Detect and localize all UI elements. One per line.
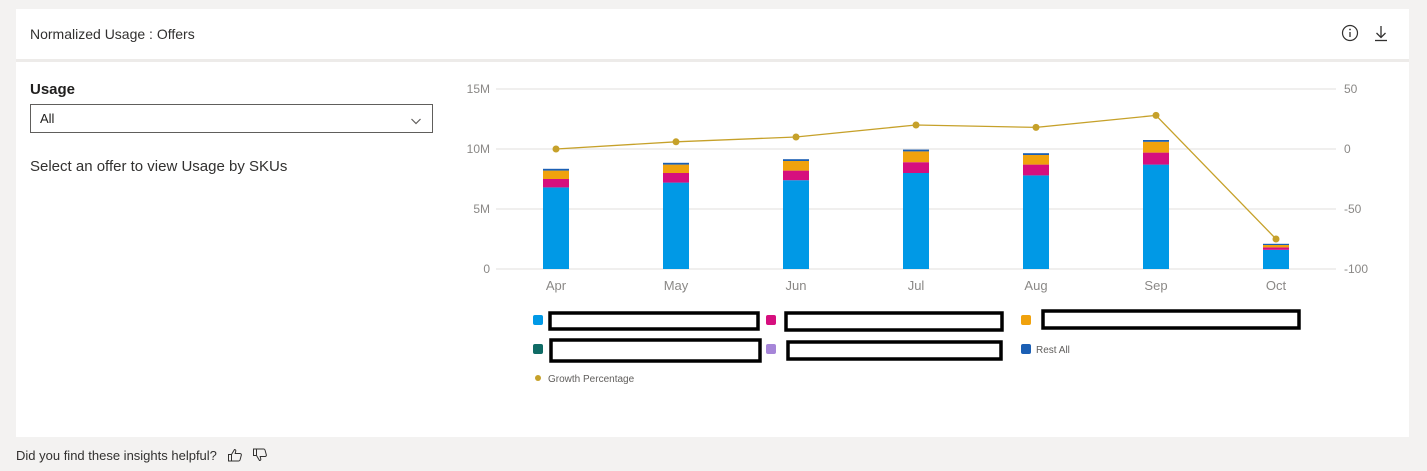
x-tick-label: May	[664, 278, 689, 293]
legend-swatch-3	[1021, 315, 1031, 325]
bar-segment-1	[1143, 164, 1169, 269]
bar-segment-3	[1023, 155, 1049, 165]
legend-swatch-5	[766, 344, 776, 354]
growth-point	[552, 145, 560, 153]
redacted-legend-label	[1041, 309, 1301, 330]
redacted-legend-label	[549, 338, 762, 363]
normalized-usage-card: Normalized Usage : Offers Usage All Sele…	[16, 9, 1409, 437]
y-left-tick-label: 0	[483, 262, 490, 276]
bar-segment-2	[1263, 247, 1289, 250]
redacted-legend-label	[784, 311, 1004, 332]
bar-segment-6	[1263, 243, 1289, 245]
y-left-tick-label: 15M	[467, 82, 490, 96]
growth-point	[672, 138, 680, 146]
bar-segment-6	[543, 168, 569, 171]
bar-segment-2	[1143, 152, 1169, 165]
growth-point	[792, 133, 800, 141]
legend-growth-marker	[535, 375, 541, 381]
bar-segment-3	[1263, 245, 1289, 248]
legend-swatch-1	[533, 315, 543, 325]
legend-growth-label: Growth Percentage	[548, 374, 635, 385]
bar-segment-6	[783, 159, 809, 161]
feedback-question: Did you find these insights helpful?	[16, 448, 217, 463]
legend-swatch-2	[766, 315, 776, 325]
x-tick-label: Aug	[1024, 278, 1047, 293]
usage-chart: 15M 50 10M 0 5M -50 0 -100 Apr May Jun Jul Aug Sep Oct…	[467, 82, 1369, 385]
x-tick-label: Jun	[786, 278, 807, 293]
bar-segment-1	[543, 187, 569, 269]
bar-segment-2	[783, 170, 809, 181]
growth-point	[912, 121, 920, 129]
bar-segment-2	[663, 173, 689, 183]
x-tick-label: Oct	[1266, 278, 1287, 293]
bar-segment-1	[663, 182, 689, 269]
redacted-legend-label	[786, 340, 1003, 361]
bar-segment-1	[1023, 175, 1049, 269]
bar-segment-3	[543, 170, 569, 179]
bar-segment-3	[1143, 141, 1169, 153]
legend-rest-all-label: Rest All	[1036, 345, 1070, 356]
y-left-tick-label: 5M	[473, 202, 490, 216]
growth-point	[1032, 123, 1040, 131]
y-left-tick-label: 10M	[467, 142, 490, 156]
x-tick-label: Apr	[546, 278, 567, 293]
bar-segment-6	[1143, 140, 1169, 142]
bar-segment-6	[903, 149, 929, 152]
legend-swatch-rest-all	[1021, 344, 1031, 354]
redacted-legend-label	[548, 311, 760, 331]
growth-point	[1272, 235, 1280, 243]
y-right-tick-label: 0	[1344, 142, 1351, 156]
y-right-tick-label: -50	[1344, 202, 1362, 216]
legend-swatch-4	[533, 344, 543, 354]
x-tick-label: Sep	[1144, 278, 1167, 293]
bar-segment-6	[663, 162, 689, 165]
thumbs-down-icon[interactable]	[252, 448, 268, 465]
bar-segment-2	[543, 179, 569, 188]
thumbs-up-icon[interactable]	[227, 448, 243, 465]
feedback-bar: Did you find these insights helpful?	[16, 448, 268, 465]
bar-segment-1	[783, 180, 809, 269]
bar-segment-1	[1263, 249, 1289, 269]
bar-segment-3	[783, 161, 809, 171]
growth-point	[1152, 111, 1160, 119]
bar-segment-1	[903, 173, 929, 269]
bar-segment-3	[663, 164, 689, 173]
x-tick-label: Jul	[908, 278, 925, 293]
bar-segment-2	[903, 162, 929, 173]
y-right-tick-label: 50	[1344, 82, 1358, 96]
bar-segment-3	[903, 151, 929, 163]
y-right-tick-label: -100	[1344, 262, 1368, 276]
bar-segment-2	[1023, 164, 1049, 176]
bar-segment-6	[1023, 153, 1049, 155]
